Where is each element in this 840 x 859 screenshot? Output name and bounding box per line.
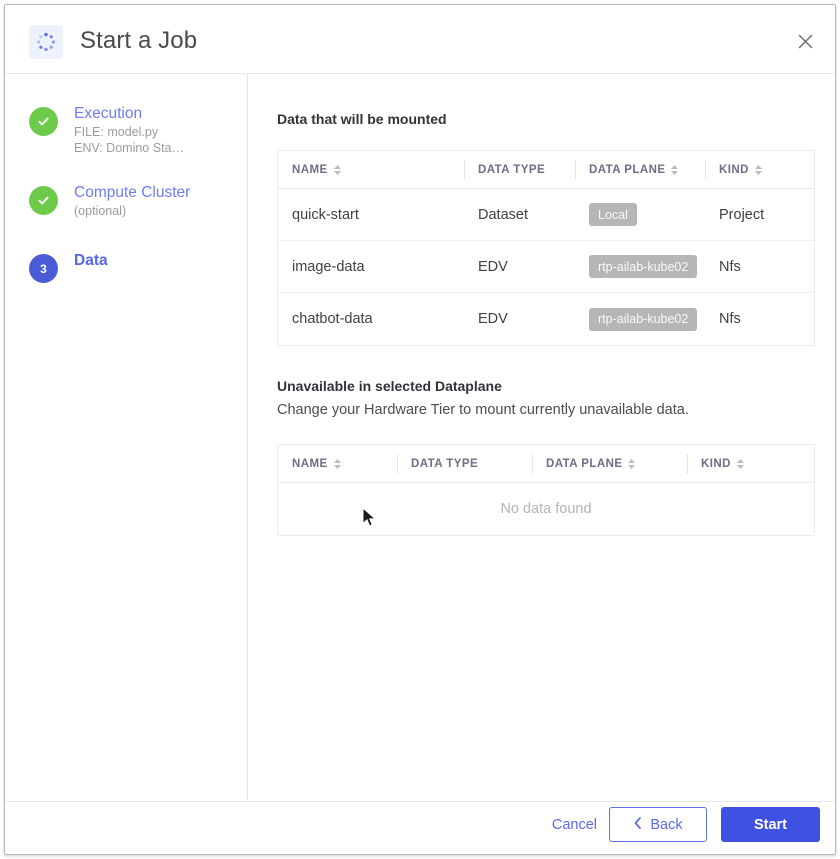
empty-state-message: No data found xyxy=(500,501,592,517)
sidebar-item-label: Data xyxy=(74,252,108,269)
sort-icon xyxy=(333,457,342,471)
column-header-kind[interactable]: KIND xyxy=(687,445,814,483)
column-header-data-type[interactable]: DATA TYPE xyxy=(397,445,532,483)
cell-name: quick-start xyxy=(292,206,359,223)
table-header-row: NAME DATA TYPE DATA PLANE KIND xyxy=(278,151,814,189)
step-badge-complete xyxy=(29,107,58,136)
page-title: Start a Job xyxy=(80,27,198,54)
column-label: DATA PLANE xyxy=(546,457,623,470)
spinner-dots-icon xyxy=(29,25,63,59)
table-row[interactable]: image-data EDV rtp-ailab-kube02 Nfs xyxy=(278,241,814,293)
data-plane-badge: rtp-ailab-kube02 xyxy=(589,307,698,331)
back-button[interactable]: Back xyxy=(609,807,707,842)
data-plane-badge: Local xyxy=(589,203,637,226)
column-header-kind[interactable]: KIND xyxy=(705,151,814,189)
column-label: NAME xyxy=(292,457,328,470)
column-header-name[interactable]: NAME xyxy=(278,445,397,483)
column-header-name[interactable]: NAME xyxy=(278,151,464,189)
step-number: 3 xyxy=(40,261,47,276)
cell-name: image-data xyxy=(292,258,365,275)
dialog-footer: Cancel Back Start xyxy=(5,801,835,854)
column-header-data-plane[interactable]: DATA PLANE xyxy=(575,151,705,189)
sort-icon xyxy=(670,163,679,177)
cell-name: chatbot-data xyxy=(292,311,373,327)
unavailable-data-subheading: Change your Hardware Tier to mount curre… xyxy=(277,402,689,418)
sort-icon xyxy=(736,457,745,471)
cell-data-type: EDV xyxy=(478,258,508,275)
sidebar-item-label: Compute Cluster xyxy=(74,184,191,201)
start-button[interactable]: Start xyxy=(721,807,820,842)
step-badge-current: 3 xyxy=(29,254,58,283)
chevron-left-icon xyxy=(633,816,643,834)
table-row[interactable]: quick-start Dataset Local Project xyxy=(278,189,814,241)
column-label: KIND xyxy=(701,457,731,470)
unavailable-data-heading: Unavailable in selected Dataplane xyxy=(277,378,502,394)
column-header-data-type[interactable]: DATA TYPE xyxy=(464,151,575,189)
column-label: DATA TYPE xyxy=(411,457,479,470)
table-header-row: NAME DATA TYPE DATA PLANE KIND xyxy=(278,445,814,483)
column-header-data-plane[interactable]: DATA PLANE xyxy=(532,445,687,483)
unavailable-data-table: NAME DATA TYPE DATA PLANE KIND No data f… xyxy=(277,444,815,536)
column-label: KIND xyxy=(719,163,749,176)
sort-icon xyxy=(627,457,636,471)
sort-icon xyxy=(333,163,342,177)
dialog-header: Start a Job xyxy=(5,5,835,74)
cell-data-plane: rtp-ailab-kube02 xyxy=(575,293,705,345)
sidebar-item-label: Execution xyxy=(74,105,143,122)
sort-icon xyxy=(754,163,763,177)
sidebar-item-sub-optional: (optional) xyxy=(74,204,127,218)
dialog-content: Data that will be mounted NAME DATA TYPE xyxy=(249,74,835,800)
close-icon[interactable] xyxy=(792,28,818,54)
column-label: DATA TYPE xyxy=(478,163,546,176)
back-button-label: Back xyxy=(650,816,683,833)
table-row[interactable]: chatbot-data EDV rtp-ailab-kube02 Nfs xyxy=(278,293,814,345)
cell-kind: Nfs xyxy=(719,258,741,275)
start-a-job-dialog: Start a Job Execution FILE: model.py ENV… xyxy=(4,4,836,855)
column-label: NAME xyxy=(292,163,328,176)
column-label: DATA PLANE xyxy=(589,163,666,176)
mounted-data-heading: Data that will be mounted xyxy=(277,111,447,127)
sidebar-item-sub-env: ENV: Domino Sta… xyxy=(74,141,184,155)
start-button-label: Start xyxy=(753,816,788,833)
step-badge-complete xyxy=(29,186,58,215)
cell-data-plane: rtp-ailab-kube02 xyxy=(575,241,705,293)
cell-kind: Project xyxy=(719,206,765,223)
wizard-steps-sidebar: Execution FILE: model.py ENV: Domino Sta… xyxy=(5,74,248,800)
cell-data-plane: Local xyxy=(575,189,705,241)
cell-data-type: Dataset xyxy=(478,206,528,223)
cancel-button[interactable]: Cancel xyxy=(552,817,597,833)
mounted-data-table: NAME DATA TYPE DATA PLANE KIND quick-sta… xyxy=(277,150,815,346)
cell-data-type: EDV xyxy=(478,311,508,327)
mouse-cursor xyxy=(362,506,378,534)
sidebar-item-sub-file: FILE: model.py xyxy=(74,125,159,139)
cell-kind: Nfs xyxy=(719,311,741,327)
data-plane-badge: rtp-ailab-kube02 xyxy=(589,255,698,278)
